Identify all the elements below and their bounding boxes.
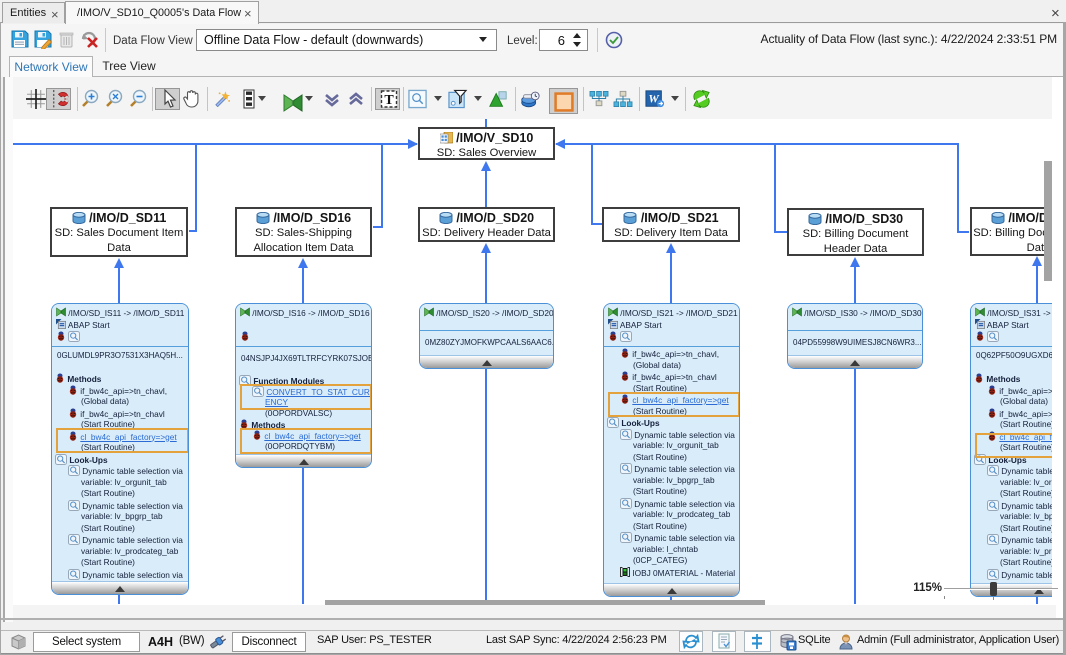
svg-text:T: T (384, 93, 394, 108)
